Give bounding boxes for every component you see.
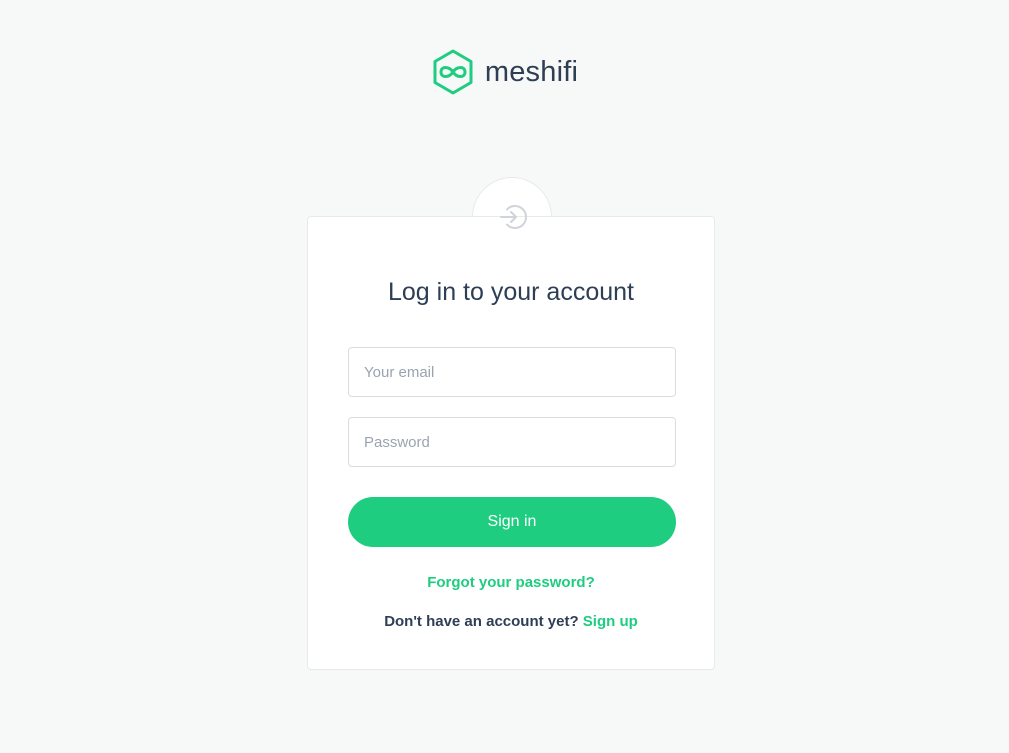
brand-header: meshifi (0, 48, 1009, 96)
signup-prompt: Don't have an account yet? Sign up (307, 611, 715, 633)
brand-name: meshifi (484, 56, 579, 88)
page-title: Log in to your account (388, 278, 634, 306)
no-account-text: Don't have an account yet? (384, 613, 579, 630)
sign-in-button[interactable]: Sign in (348, 497, 676, 547)
forgot-password-link[interactable]: Forgot your password? (307, 572, 715, 594)
email-field[interactable] (348, 347, 676, 397)
login-arrow-icon (500, 205, 527, 229)
sign-up-link[interactable]: Sign up (583, 613, 638, 630)
hexagon-infinity-icon (433, 49, 473, 95)
password-field[interactable] (348, 417, 676, 467)
